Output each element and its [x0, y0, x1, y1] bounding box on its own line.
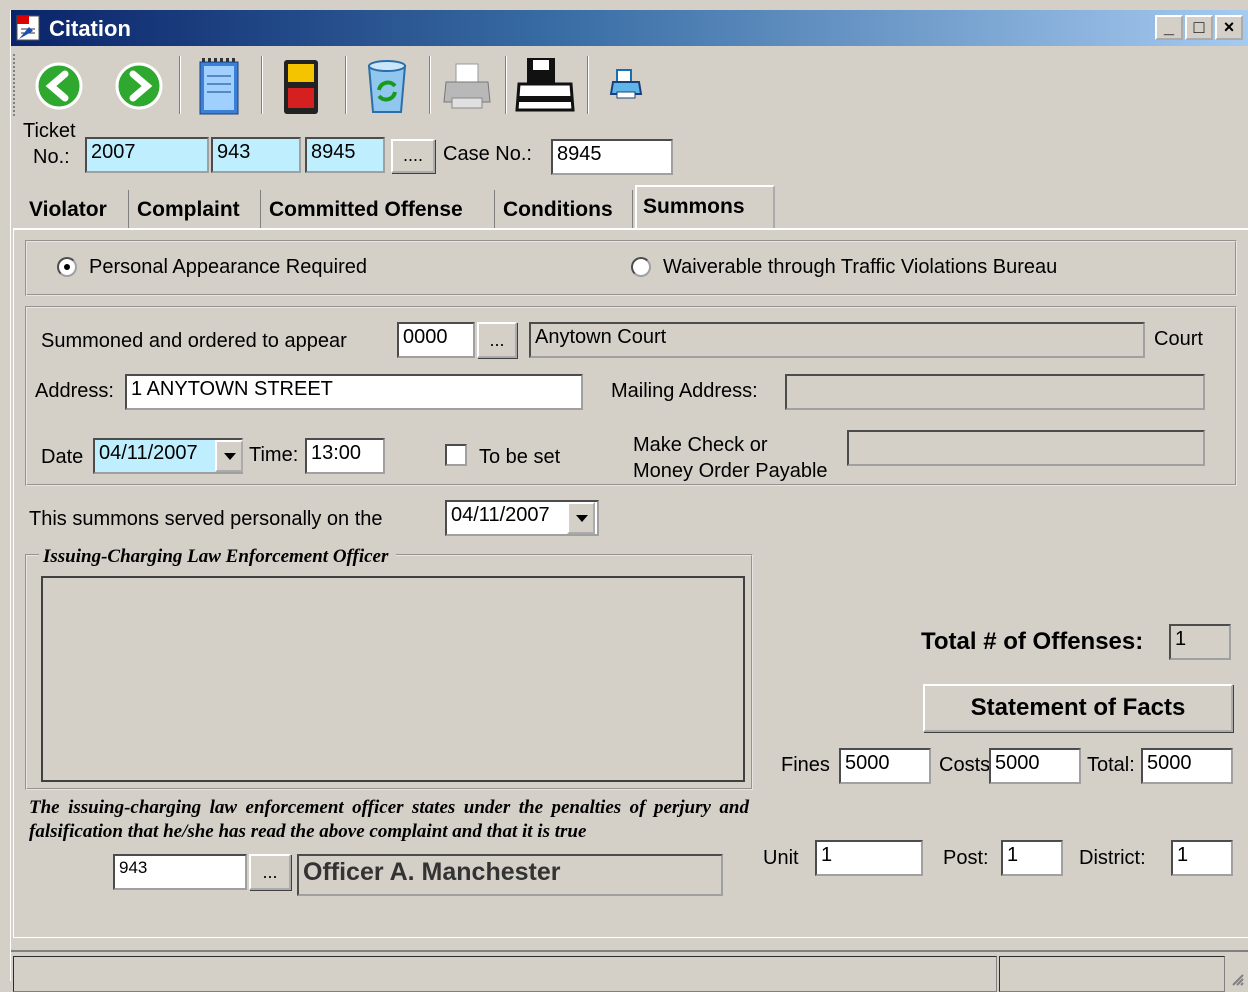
- citation-app-icon: [16, 15, 40, 41]
- print-preview-button[interactable]: [595, 54, 659, 118]
- close-button[interactable]: ×: [1215, 15, 1243, 40]
- tab-violator[interactable]: Violator: [23, 190, 129, 230]
- save-print-button[interactable]: [513, 54, 577, 118]
- payable-label-line2: Money Order Payable: [633, 460, 828, 482]
- offenses-total-label: Total # of Offenses:: [921, 628, 1144, 655]
- print-button[interactable]: [435, 54, 499, 118]
- minimize-button[interactable]: _: [1155, 15, 1183, 40]
- notepad-button[interactable]: [187, 54, 251, 118]
- forward-button[interactable]: [107, 54, 171, 118]
- print-preview-icon: [609, 69, 643, 99]
- toolbar-separator: [345, 56, 347, 114]
- court-lookup-button[interactable]: ...: [477, 322, 517, 358]
- address-field[interactable]: 1 ANYTOWN STREET: [125, 374, 583, 410]
- toolbar-separator: [179, 56, 181, 114]
- unit-label: Unit: [763, 847, 799, 869]
- status-bar: [11, 950, 1248, 992]
- served-label: This summons served personally on the: [29, 508, 383, 530]
- time-label: Time:: [249, 444, 299, 466]
- status-panel-main: [13, 956, 997, 992]
- served-date-dropdown-button[interactable]: [567, 502, 595, 534]
- printer-icon: [443, 63, 491, 109]
- toolbar-separator: [587, 56, 589, 114]
- total-label: Total:: [1087, 754, 1135, 776]
- officer-name-field: Officer A. Manchester: [297, 854, 723, 896]
- toolbar-separator: [505, 56, 507, 114]
- title-bar: Citation _ □ ×: [11, 10, 1248, 46]
- back-button[interactable]: [27, 54, 91, 118]
- address-label: Address:: [35, 380, 114, 402]
- toolbar-grip[interactable]: [13, 54, 17, 116]
- ticket-lookup-button[interactable]: ....: [391, 139, 435, 173]
- back-arrow-icon: [35, 62, 83, 110]
- court-time-field[interactable]: 13:00: [305, 438, 385, 474]
- fines-field[interactable]: 5000: [839, 748, 931, 784]
- officer-lookup-button[interactable]: ...: [249, 854, 291, 890]
- officer-badge-field[interactable]: 943: [113, 854, 247, 890]
- maximize-button[interactable]: □: [1185, 15, 1213, 40]
- case-no-field[interactable]: 8945: [551, 139, 673, 175]
- officer-notes-area[interactable]: [41, 576, 745, 782]
- ticket-number-field[interactable]: 8945: [305, 137, 385, 173]
- unit-field[interactable]: 1: [815, 840, 923, 876]
- officer-group-label: Issuing-Charging Law Enforcement Officer: [39, 546, 397, 568]
- post-label: Post:: [943, 847, 989, 869]
- court-label: Court: [1154, 328, 1203, 350]
- status-panel-right: [999, 956, 1225, 992]
- toolbar-separator: [261, 56, 263, 114]
- statement-of-facts-button[interactable]: Statement of Facts: [923, 684, 1233, 732]
- recycle-button[interactable]: [355, 54, 419, 118]
- ticket-year-field[interactable]: 2007: [85, 137, 209, 173]
- tab-summons[interactable]: Summons: [635, 185, 775, 229]
- mailing-address-label: Mailing Address:: [611, 380, 758, 402]
- save-print-icon: [515, 58, 575, 112]
- fines-label: Fines: [781, 754, 830, 776]
- case-no-label: Case No.:: [443, 143, 532, 165]
- district-label: District:: [1079, 847, 1146, 869]
- tab-complaint[interactable]: Complaint: [131, 190, 261, 230]
- ticket-officer-field[interactable]: 943: [211, 137, 301, 173]
- save-disk-button[interactable]: [269, 54, 333, 118]
- district-field[interactable]: 1: [1171, 840, 1233, 876]
- personal-appearance-label: Personal Appearance Required: [89, 256, 367, 278]
- total-field[interactable]: 5000: [1141, 748, 1233, 784]
- payable-to-field: [847, 430, 1205, 466]
- offenses-total-field: 1: [1169, 624, 1231, 660]
- date-label: Date: [41, 446, 84, 468]
- court-name-field: Anytown Court: [529, 322, 1145, 358]
- notepad-icon: [199, 58, 239, 115]
- resize-grip-icon[interactable]: [1229, 971, 1245, 987]
- toolbar-separator: [429, 56, 431, 114]
- costs-label: Costs: [939, 754, 991, 776]
- tab-conditions[interactable]: Conditions: [497, 190, 633, 230]
- waiverable-radio[interactable]: [631, 257, 651, 277]
- tab-committed-offense[interactable]: Committed Offense: [263, 190, 495, 230]
- citation-window: Citation _ □ × Ticket No.: 2007 943 8945…: [10, 10, 1248, 992]
- officer-statement: The issuing-charging law enforcement off…: [29, 797, 749, 842]
- waiverable-label: Waiverable through Traffic Violations Bu…: [663, 256, 1058, 278]
- payable-label-line1: Make Check or: [633, 434, 768, 456]
- to-be-set-checkbox[interactable]: [445, 444, 467, 466]
- court-date-dropdown-button[interactable]: [215, 440, 243, 472]
- forward-arrow-icon: [115, 62, 163, 110]
- recycle-bin-icon: [367, 60, 407, 113]
- costs-field[interactable]: 5000: [989, 748, 1081, 784]
- court-code-field[interactable]: 0000: [397, 322, 475, 358]
- mailing-address-field: [785, 374, 1205, 410]
- personal-appearance-radio[interactable]: [57, 257, 77, 277]
- ticket-label: Ticket: [23, 120, 76, 142]
- save-disk-icon: [284, 60, 318, 114]
- ticket-no-label: No.:: [33, 146, 70, 168]
- to-be-set-label: To be set: [479, 446, 561, 468]
- post-field[interactable]: 1: [1001, 840, 1063, 876]
- summoned-label: Summoned and ordered to appear: [41, 330, 347, 352]
- toolbar: [11, 50, 1248, 122]
- window-title: Citation: [49, 16, 131, 41]
